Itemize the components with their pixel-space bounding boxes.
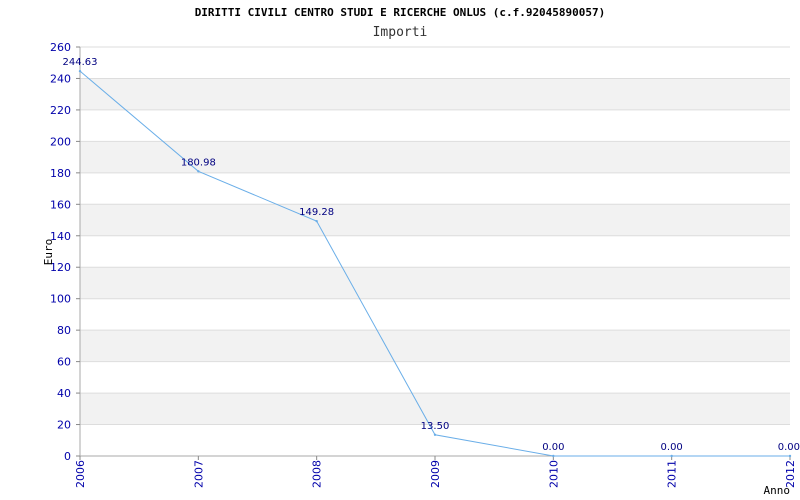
data-label: 0.00 [778, 442, 800, 453]
x-tick-label: 2010 [547, 460, 560, 488]
line-chart: 020406080100120140160180200220240260 200… [42, 41, 800, 497]
data-label: 244.63 [63, 57, 98, 68]
y-tick-label: 0 [64, 450, 71, 463]
y-axis-title: Euro [42, 239, 55, 266]
x-tick-label: 2009 [429, 460, 442, 488]
x-tick-label: 2011 [666, 460, 679, 488]
y-tick-label: 100 [50, 293, 71, 306]
data-label: 180.98 [181, 157, 216, 168]
grid-band [80, 78, 790, 110]
data-point [433, 433, 437, 436]
data-point [670, 454, 673, 458]
data-point [197, 170, 200, 173]
grid-band [80, 267, 790, 299]
y-tick-label: 160 [50, 198, 71, 211]
data-label: 149.28 [299, 207, 334, 218]
x-tick-label: 2006 [74, 460, 87, 488]
data-label: 0.00 [661, 442, 683, 453]
y-tick-label: 40 [57, 387, 71, 400]
data-point [788, 454, 792, 458]
data-label: 0.00 [542, 442, 564, 453]
y-tick-label: 60 [57, 356, 71, 369]
data-label: 13.50 [421, 421, 450, 432]
x-tick-label: 2008 [311, 460, 324, 488]
grid-band [80, 330, 790, 362]
grid-band [80, 47, 790, 79]
y-tick-label: 20 [57, 419, 71, 432]
grid-band [80, 109, 790, 142]
grid-band [80, 361, 790, 394]
x-axis-title: Anno [764, 484, 791, 497]
y-tick-label: 180 [50, 167, 71, 180]
y-tick-label: 240 [50, 72, 71, 85]
y-tick-label: 80 [57, 324, 71, 337]
chart-container: DIRITTI CIVILI CENTRO STUDI E RICERCHE O… [0, 0, 800, 500]
grid-band [80, 298, 790, 331]
y-tick-label: 260 [50, 41, 71, 54]
grid-band [80, 172, 790, 205]
data-point [315, 219, 318, 223]
x-tick-label: 2007 [192, 460, 205, 488]
grid-band [80, 235, 790, 268]
y-tick-label: 200 [50, 135, 71, 148]
grid-band [80, 204, 790, 236]
y-tick-label: 220 [50, 104, 71, 117]
data-point [78, 69, 82, 73]
data-point [552, 454, 555, 458]
